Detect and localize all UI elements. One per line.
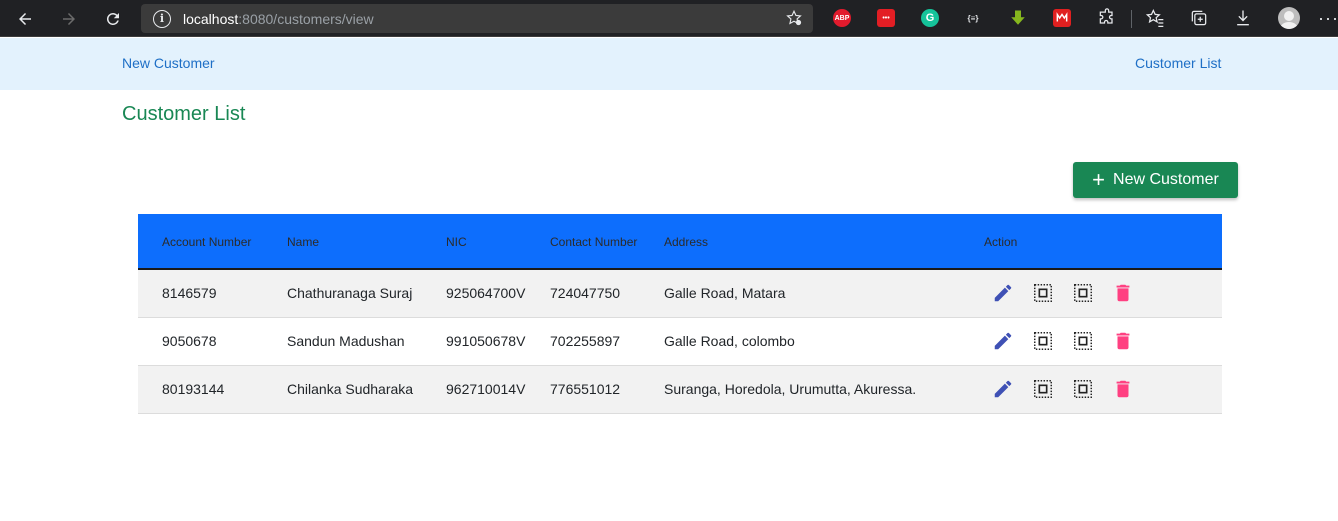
table-row: 80193144 Chilanka Sudharaka 962710014V 7765… bbox=[138, 366, 1222, 414]
edit-icon[interactable] bbox=[992, 330, 1014, 352]
mega-ext-icon[interactable] bbox=[1053, 9, 1071, 27]
cell-name: Sandun Madushan bbox=[287, 333, 405, 349]
cell-address: Galle Road, Matara bbox=[664, 285, 786, 301]
downloads-icon[interactable] bbox=[1233, 8, 1253, 28]
table-row: 8146579 Chathuranaga Suraj 925064700V 72404… bbox=[138, 270, 1222, 318]
collections-icon[interactable] bbox=[1189, 8, 1209, 28]
new-customer-button[interactable]: + New Customer bbox=[1073, 162, 1238, 198]
cell-name: Chilanka Sudharaka bbox=[287, 381, 414, 397]
dots-ext-label: ••• bbox=[882, 14, 890, 22]
select-icon[interactable] bbox=[1032, 282, 1054, 304]
column-header-nic: NIC bbox=[446, 235, 467, 249]
column-header-account: Account Number bbox=[162, 235, 252, 249]
dots-ext-icon[interactable]: ••• bbox=[877, 9, 895, 27]
nav-link-new-customer[interactable]: New Customer bbox=[122, 55, 215, 71]
download-ext-icon[interactable] bbox=[1009, 9, 1027, 27]
address-bar[interactable]: i localhost:8080/customers/view bbox=[141, 4, 813, 33]
cell-contact: 702255897 bbox=[550, 333, 621, 349]
url-path: :8080/customers/view bbox=[238, 10, 374, 27]
toolbar-divider bbox=[1131, 10, 1132, 28]
table-row: 9050678 Sandun Madushan 991050678V 70225589… bbox=[138, 318, 1222, 366]
favorites-icon[interactable] bbox=[1145, 8, 1165, 28]
edit-icon[interactable] bbox=[992, 282, 1014, 304]
braces-ext-icon[interactable]: {≡} bbox=[964, 9, 982, 27]
browser-toolbar: i localhost:8080/customers/view ABP ••• … bbox=[0, 0, 1338, 37]
puzzle-extensions-icon[interactable] bbox=[1097, 8, 1117, 28]
cell-account: 80193144 bbox=[162, 381, 225, 397]
more-menu-icon[interactable]: ··· bbox=[1318, 8, 1338, 29]
abp-label: ABP bbox=[834, 14, 850, 22]
profile-avatar[interactable] bbox=[1278, 7, 1300, 29]
column-header-contact: Contact Number bbox=[550, 235, 638, 249]
column-header-address: Address bbox=[664, 235, 709, 249]
grammarly-icon[interactable]: G bbox=[921, 9, 939, 27]
delete-icon[interactable] bbox=[1112, 282, 1134, 304]
back-arrow-icon[interactable] bbox=[13, 7, 37, 31]
edit-icon[interactable] bbox=[992, 378, 1014, 400]
cell-contact: 776551012 bbox=[550, 381, 621, 397]
cell-nic: 925064700V bbox=[446, 285, 526, 301]
cell-name: Chathuranaga Suraj bbox=[287, 285, 413, 301]
select-all-icon[interactable] bbox=[1072, 282, 1094, 304]
delete-icon[interactable] bbox=[1112, 330, 1134, 352]
cell-nic: 962710014V bbox=[446, 381, 526, 397]
plus-icon: + bbox=[1092, 167, 1106, 192]
grammarly-label: G bbox=[925, 12, 935, 24]
url-host: localhost bbox=[183, 10, 239, 27]
forward-arrow-icon[interactable] bbox=[57, 7, 81, 31]
nav-link-customer-list[interactable]: Customer List bbox=[1135, 55, 1221, 71]
table-header: Account Number Name NIC Contact Number A… bbox=[138, 214, 1222, 270]
cell-contact: 724047750 bbox=[550, 285, 621, 301]
customer-table: Account Number Name NIC Contact Number A… bbox=[138, 214, 1222, 414]
braces-ext-label: {≡} bbox=[967, 13, 979, 23]
delete-icon[interactable] bbox=[1112, 378, 1134, 400]
cell-account: 8146579 bbox=[162, 285, 217, 301]
select-all-icon[interactable] bbox=[1072, 378, 1094, 400]
info-icon[interactable]: i bbox=[153, 9, 171, 28]
column-header-action: Action bbox=[984, 235, 1018, 249]
column-header-name: Name bbox=[287, 235, 320, 249]
cell-nic: 991050678V bbox=[446, 333, 526, 349]
select-icon[interactable] bbox=[1032, 330, 1054, 352]
cell-address: Galle Road, colombo bbox=[664, 333, 795, 349]
select-icon[interactable] bbox=[1032, 378, 1054, 400]
page-title: Customer List bbox=[122, 103, 246, 125]
url-text[interactable]: localhost:8080/customers/view bbox=[183, 11, 374, 27]
select-all-icon[interactable] bbox=[1072, 330, 1094, 352]
cell-account: 9050678 bbox=[162, 333, 217, 349]
reload-icon[interactable] bbox=[101, 7, 125, 31]
favorite-star-icon[interactable] bbox=[785, 9, 803, 27]
new-customer-button-label: New Customer bbox=[1113, 171, 1219, 188]
cell-address: Suranga, Horedola, Urumutta, Akuressa. bbox=[664, 381, 917, 397]
app-navbar: New Customer Customer List bbox=[0, 38, 1338, 90]
abp-icon[interactable]: ABP bbox=[833, 9, 851, 27]
